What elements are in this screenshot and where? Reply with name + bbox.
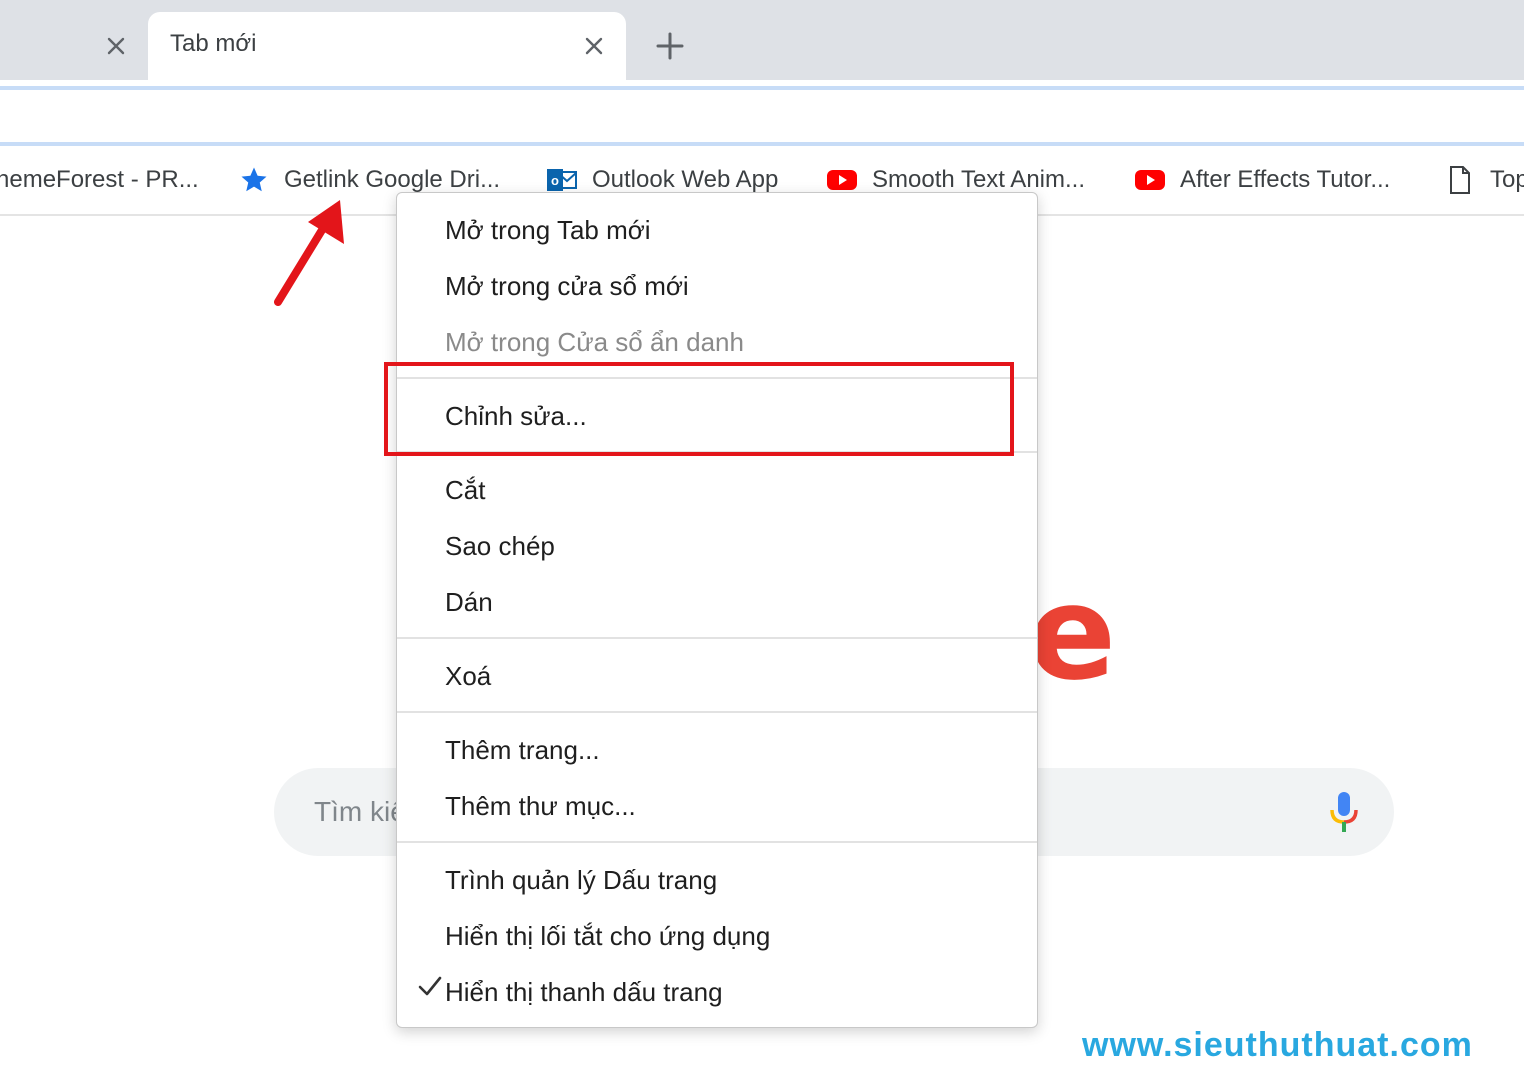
menu-item-open-new-tab[interactable]: Mở trong Tab mới	[445, 215, 651, 246]
bookmark-label: After Effects Tutor...	[1180, 166, 1391, 193]
bookmark-label: Smooth Text Anim...	[872, 166, 1085, 193]
toolbar	[0, 80, 1524, 148]
menu-separator	[397, 841, 1037, 843]
menu-item-add-folder[interactable]: Thêm thư mục...	[445, 791, 636, 822]
bookmark-label: hemeForest - PR...	[0, 166, 199, 193]
menu-separator	[397, 711, 1037, 713]
highlight-annotation-box	[384, 362, 1014, 456]
menu-item-add-page[interactable]: Thêm trang...	[445, 735, 600, 766]
bookmark-context-menu: Mở trong Tab mới Mở trong cửa sổ mới Mở …	[396, 192, 1038, 1028]
close-tab-icon[interactable]	[100, 30, 132, 62]
menu-item-show-apps-shortcut[interactable]: Hiển thị lối tắt cho ứng dụng	[445, 921, 770, 952]
google-logo-fragment: e	[1028, 557, 1117, 709]
red-arrow-annotation	[274, 200, 344, 306]
page-icon	[1444, 164, 1476, 196]
tab-title: Tab mới	[170, 30, 257, 57]
bookmark-themeforest[interactable]: hemeForest - PR...	[0, 150, 199, 210]
bookmark-top[interactable]: Top	[1444, 150, 1524, 210]
menu-item-delete[interactable]: Xoá	[445, 661, 491, 692]
youtube-icon	[1134, 164, 1166, 196]
bookmark-label: Outlook Web App	[592, 166, 779, 193]
tab-strip: Tab mới	[0, 0, 1524, 92]
menu-item-show-bookmarks-bar[interactable]: Hiển thị thanh dấu trang	[445, 977, 723, 1008]
address-bar-border	[0, 142, 1524, 146]
close-tab-icon[interactable]	[578, 30, 610, 62]
watermark: www.sieuthuthuat.com	[1082, 1026, 1473, 1064]
plus-icon	[656, 32, 684, 60]
address-bar-border	[0, 86, 1524, 90]
new-tab-button[interactable]	[652, 28, 688, 64]
menu-item-cut[interactable]: Cắt	[445, 475, 485, 506]
menu-item-copy[interactable]: Sao chép	[445, 531, 555, 562]
menu-item-open-new-window[interactable]: Mở trong cửa sổ mới	[445, 271, 689, 302]
menu-item-open-incognito: Mở trong Cửa sổ ẩn danh	[445, 327, 744, 357]
bookmark-after-effects[interactable]: After Effects Tutor...	[1134, 150, 1390, 210]
microphone-icon[interactable]	[1326, 790, 1362, 834]
bookmark-label: Top	[1490, 166, 1524, 193]
menu-separator	[397, 637, 1037, 639]
menu-item-bookmark-manager[interactable]: Trình quản lý Dấu trang	[445, 865, 717, 896]
checkmark-icon	[417, 973, 443, 1004]
menu-item-paste[interactable]: Dán	[445, 587, 493, 618]
svg-text:o: o	[551, 173, 559, 188]
bookmark-label: Getlink Google Dri...	[284, 166, 501, 193]
search-placeholder: Tìm kiế	[314, 796, 406, 827]
